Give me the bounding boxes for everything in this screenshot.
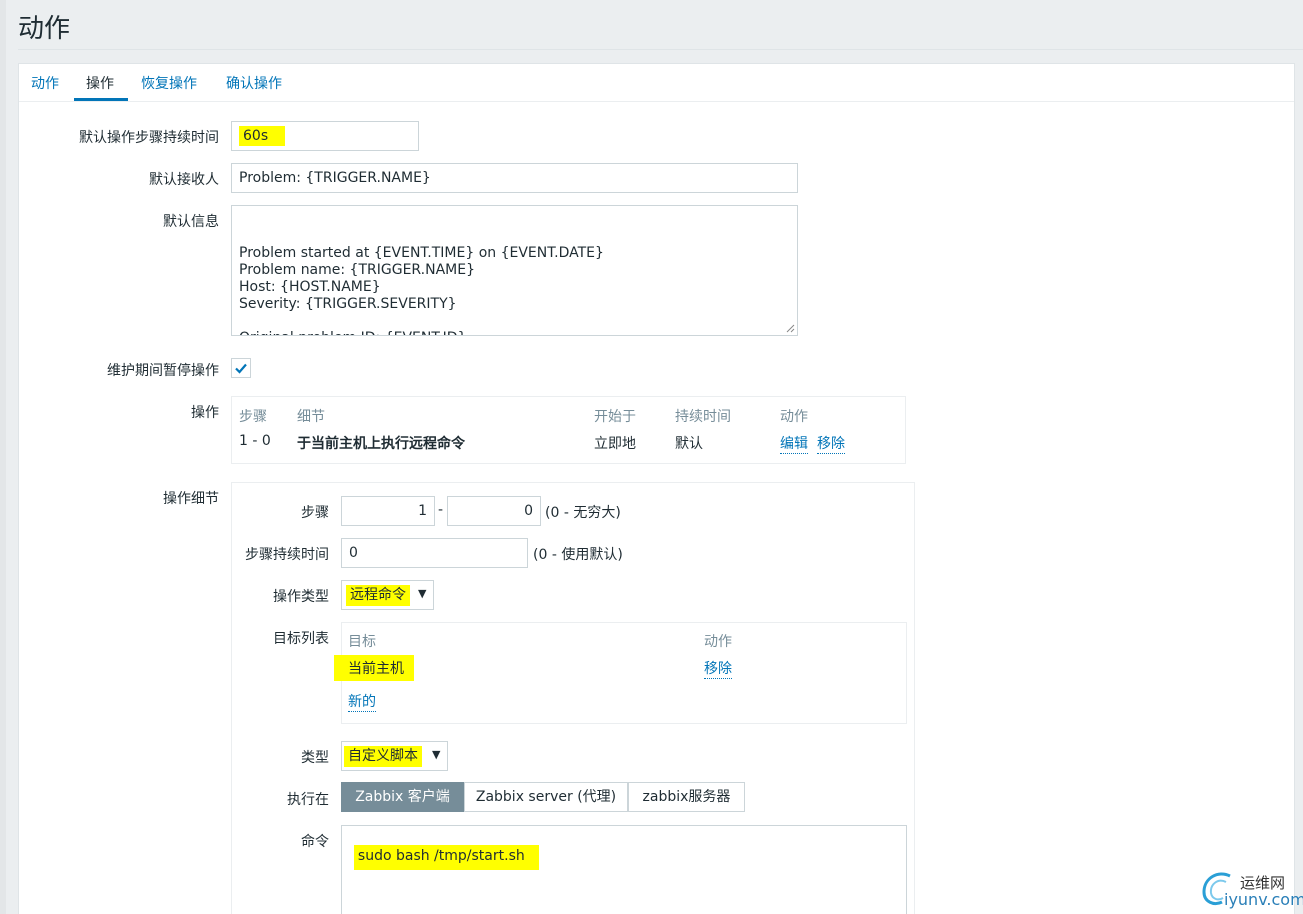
dropdown-arrow-icon: ▼ (432, 748, 441, 761)
default-subject-input[interactable]: Problem: {TRIGGER.NAME} (231, 163, 798, 193)
steps-to-input[interactable]: 0 (447, 496, 541, 526)
execute-on-server-proxy-button[interactable]: Zabbix server (代理) (464, 782, 628, 812)
operations-label: 操作 (191, 405, 219, 421)
operation-row-start: 立即地 (594, 436, 636, 452)
tab-action[interactable]: 动作 (31, 73, 59, 93)
commands-label: 命令 (301, 834, 329, 850)
operation-row-duration: 默认 (675, 436, 703, 452)
operations-header-start: 开始于 (594, 409, 636, 425)
title-divider (18, 49, 1303, 50)
target-header-action: 动作 (704, 634, 732, 650)
steps-hint: (0 - 无穷大) (545, 505, 621, 521)
tab-bar (19, 64, 1294, 102)
pause-maintenance-checkbox[interactable] (231, 358, 251, 378)
page-title: 动作 (18, 14, 71, 44)
pause-maintenance-label: 维护期间暂停操作 (107, 363, 219, 379)
resize-grip-icon[interactable] (786, 324, 795, 333)
operations-header-steps: 步骤 (239, 409, 267, 425)
tab-operations[interactable]: 操作 (86, 73, 114, 93)
operation-row-steps: 1 - 0 (239, 433, 271, 449)
operation-details-label: 操作细节 (163, 491, 219, 507)
active-tab-indicator (74, 98, 128, 101)
steps-from-input[interactable]: 1 (341, 496, 435, 526)
operations-header-details: 细节 (297, 409, 325, 425)
default-message-label: 默认信息 (163, 214, 219, 230)
default-subject-label: 默认接收人 (149, 172, 219, 188)
execute-on-agent-button[interactable]: Zabbix 客户端 (341, 782, 464, 812)
default-step-duration-input[interactable]: 60s (231, 121, 419, 151)
step-duration-label: 步骤持续时间 (245, 547, 329, 563)
tab-recovery-operations[interactable]: 恢复操作 (141, 73, 197, 93)
operation-edit-link[interactable]: 编辑 (780, 433, 808, 454)
operations-header-duration: 持续时间 (675, 409, 731, 425)
watermark-logo: 运维网 iyunv.com (1198, 866, 1303, 914)
default-message-textarea[interactable]: Problem started at {EVENT.TIME} on {EVEN… (231, 205, 798, 336)
left-edge-strip (0, 0, 6, 914)
execute-on-label: 执行在 (287, 792, 329, 808)
step-duration-input[interactable]: 0 (341, 538, 528, 568)
highlight-mark: 60s (239, 126, 286, 146)
commands-textarea[interactable]: sudo bash /tmp/start.sh (341, 825, 907, 914)
execute-on-server-button[interactable]: zabbix服务器 (628, 782, 745, 812)
tab-acknowledge-operations[interactable]: 确认操作 (226, 73, 282, 93)
target-row-name: 当前主机 (334, 655, 414, 681)
target-new-link[interactable]: 新的 (348, 691, 376, 712)
checkmark-icon (235, 363, 247, 374)
type-label: 类型 (301, 750, 329, 766)
target-list-label: 目标列表 (273, 631, 329, 647)
operation-type-value: 远程命令 (346, 585, 410, 606)
steps-separator: - (438, 502, 444, 518)
target-remove-link[interactable]: 移除 (704, 658, 732, 679)
default-step-duration-value: 60s (243, 128, 269, 144)
default-step-duration-label: 默认操作步骤持续时间 (79, 130, 219, 146)
type-value: 自定义脚本 (344, 746, 422, 767)
step-duration-hint: (0 - 使用默认) (533, 547, 623, 563)
operation-type-label: 操作类型 (273, 589, 329, 605)
watermark-url-text: iyunv.com (1224, 890, 1303, 909)
default-message-text: Problem started at {EVENT.TIME} on {EVEN… (239, 245, 604, 335)
operation-type-select[interactable]: 远程命令 ▼ (341, 580, 434, 610)
operation-remove-link[interactable]: 移除 (817, 433, 845, 454)
type-select[interactable]: 自定义脚本 ▼ (341, 741, 448, 771)
dropdown-arrow-icon: ▼ (418, 587, 427, 600)
target-list-table (341, 622, 907, 724)
operation-row-details: 于当前主机上执行远程命令 (297, 436, 465, 452)
operations-header-action: 动作 (780, 409, 808, 425)
steps-label: 步骤 (301, 505, 329, 521)
commands-value: sudo bash /tmp/start.sh (353, 845, 539, 870)
target-header-target: 目标 (348, 634, 376, 650)
